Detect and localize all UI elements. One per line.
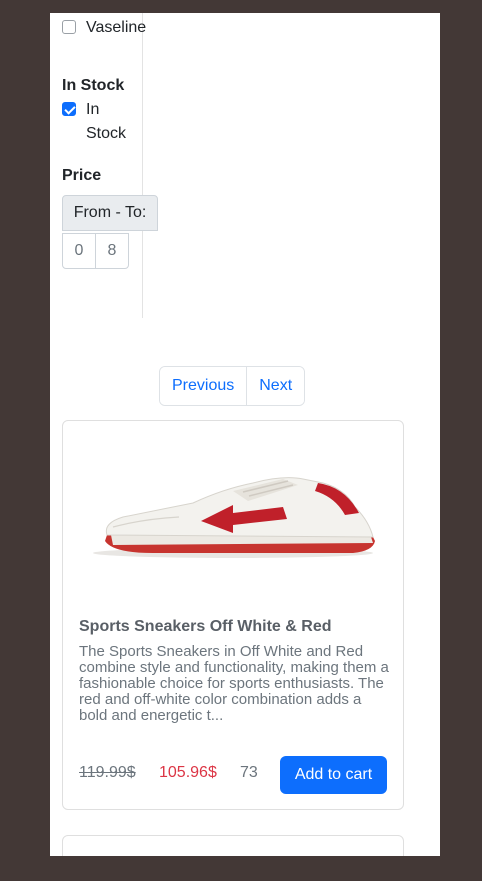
next-page-button[interactable]: Next [246,367,305,405]
product-description: The Sports Sneakers in Off White and Red… [79,644,389,724]
filters-sidebar: Vaseline In Stock In Stock Price [50,13,146,318]
page-content: Vaseline In Stock In Stock Price From - … [50,13,440,856]
original-price: 119.99$ [79,764,136,781]
stock-heading: In Stock [62,77,125,94]
product-card-next [62,835,404,856]
previous-page-button[interactable]: Previous [160,367,247,405]
in-stock-label-line1: In [86,101,100,118]
in-stock-label: In Stock [86,98,126,146]
in-stock-checkbox[interactable] [62,102,76,116]
discounted-price: 105.96$ [159,764,217,781]
price-range-addon: From - To: [62,195,158,231]
sneaker-image[interactable] [83,461,383,571]
product-title[interactable]: Sports Sneakers Off White & Red [79,615,389,639]
filter-in-stock[interactable]: In Stock [62,98,126,146]
stock-count: 73 [240,764,258,781]
add-to-cart-button[interactable]: Add to cart [280,756,387,794]
brand-label: Vaseline [86,19,147,36]
brand-checkbox[interactable] [62,20,76,34]
filter-brand-vaseline[interactable]: Vaseline [62,16,146,40]
product-card: Sports Sneakers Off White & Red The Spor… [62,420,404,810]
in-stock-label-line2: Stock [86,125,127,142]
price-from-input[interactable]: 0 [62,233,96,269]
price-heading: Price [62,167,102,184]
price-to-input[interactable]: 8 [95,233,129,269]
pagination: Previous Next [159,366,306,406]
